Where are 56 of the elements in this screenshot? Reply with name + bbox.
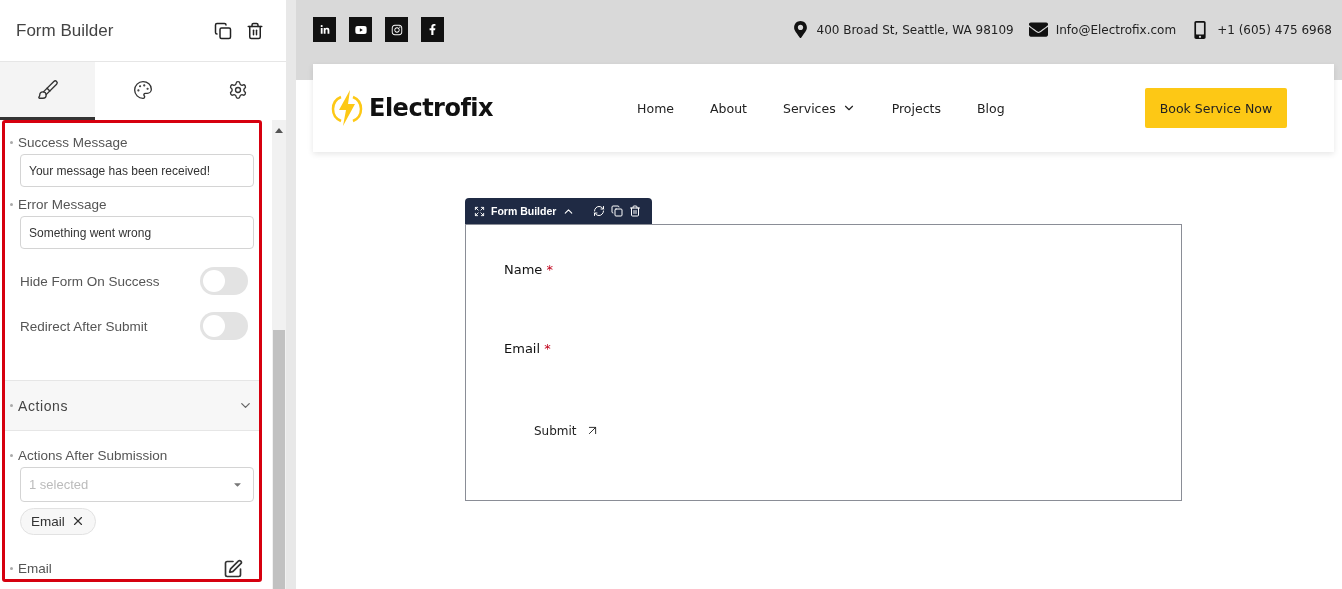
linkedin-icon: [319, 24, 330, 35]
form-label: Email *: [504, 341, 552, 358]
social-link[interactable]: [313, 17, 336, 42]
nav-link[interactable]: Projects: [891, 100, 941, 116]
brand-name: Electrofix: [369, 94, 494, 122]
lightning-logo-icon: [331, 89, 363, 127]
social-link[interactable]: [385, 17, 408, 42]
contact-text: +1 (605) 475 6968: [1217, 22, 1332, 37]
toggle-label: Hide Form On Success: [20, 273, 160, 289]
form-label: Name *: [504, 262, 554, 279]
text-field[interactable]: Something went wrong: [20, 216, 254, 249]
field-label: Error Message: [18, 197, 107, 212]
book-service-button[interactable]: Book Service Now: [1145, 88, 1287, 128]
bullet-icon: [10, 454, 13, 457]
duplicate-icon[interactable]: [214, 21, 232, 40]
contact-text: 400 Broad St, Seattle, WA 98109: [816, 22, 1014, 37]
toggle-switch[interactable]: [200, 267, 248, 296]
bullet-icon: [10, 567, 13, 571]
map-pin-icon: [791, 21, 809, 38]
bullet-icon: [10, 141, 13, 144]
nav-link[interactable]: Services: [782, 100, 856, 116]
nav-link[interactable]: Home: [637, 100, 674, 116]
palette-icon: [133, 79, 153, 100]
widget-title: Form Builder: [491, 205, 557, 217]
toggle-switch[interactable]: [200, 312, 248, 340]
scrollbar[interactable]: [272, 120, 286, 589]
bullet-icon: [10, 203, 13, 206]
scroll-up-arrow-icon[interactable]: [275, 128, 283, 133]
nav-link[interactable]: About: [710, 100, 747, 116]
brush-icon: [36, 78, 59, 101]
section-header[interactable]: Actions: [5, 380, 259, 431]
social-link[interactable]: [349, 17, 372, 42]
toggle-label: Redirect After Submit: [20, 318, 148, 334]
selected-tag: Email: [20, 508, 96, 535]
field-label: Actions After Submission: [18, 448, 168, 463]
text-field[interactable]: Your message has been received!: [20, 154, 254, 187]
contact-text: Info@Electrofix.com: [1055, 22, 1177, 37]
instagram-icon: [390, 23, 403, 36]
trash-icon[interactable]: [629, 205, 642, 217]
expand-icon[interactable]: [474, 205, 485, 217]
submit-button[interactable]: Submit: [534, 423, 600, 438]
field-label: Success Message: [18, 135, 128, 150]
edit-icon[interactable]: [223, 559, 243, 579]
nav-link[interactable]: Blog: [976, 100, 1005, 116]
panel-title: Form Builder: [16, 20, 115, 41]
bullet-icon: [10, 404, 13, 408]
refresh-icon[interactable]: [593, 205, 606, 217]
row-label: Email: [18, 561, 52, 577]
envelope-icon: [1028, 20, 1048, 39]
settings-icon: [228, 79, 249, 100]
trash-icon[interactable]: [246, 21, 264, 40]
duplicate-icon[interactable]: [611, 205, 624, 217]
youtube-icon: [354, 23, 367, 36]
social-link[interactable]: [421, 17, 444, 42]
facebook-icon: [427, 24, 438, 35]
panel-tab[interactable]: [0, 62, 96, 120]
